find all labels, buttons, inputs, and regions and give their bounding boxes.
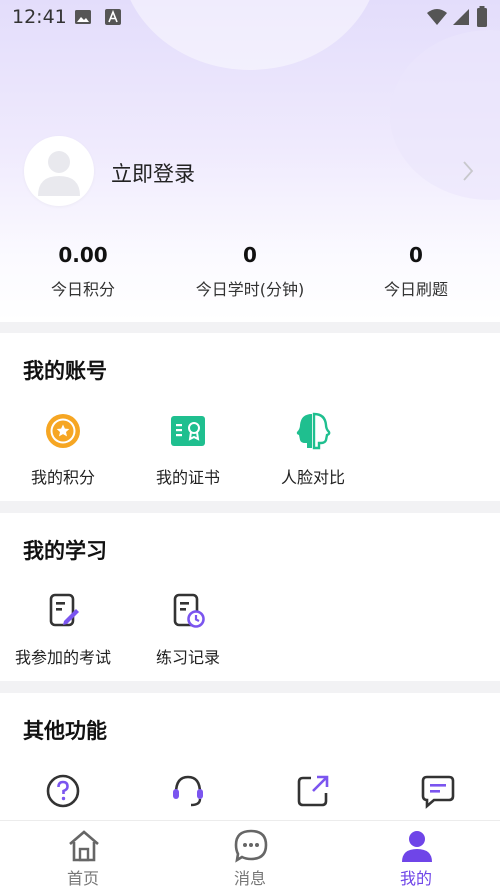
account-section: 我的账号 我的积分 我的证书 人脸对比 <box>0 333 500 501</box>
certificate-icon <box>171 416 205 446</box>
item-label: 练习记录 <box>155 648 220 667</box>
my-exams-item[interactable]: 我参加的考试 <box>0 591 126 671</box>
section-title: 我的学习 <box>23 539 107 563</box>
tab-profile[interactable]: 我的 <box>333 821 499 889</box>
face-compare-item[interactable]: 人脸对比 <box>250 411 376 491</box>
stat-study-time: 0 今日学时(分钟) <box>167 240 333 300</box>
message-icon <box>234 829 268 863</box>
profile-header: 12:41 立即登录 0.00 今日积分 0 今日学时(分钟) 0 今日刷题 <box>0 0 500 322</box>
wifi-icon <box>426 8 448 30</box>
study-section: 我的学习 我参加的考试 练习记录 <box>0 513 500 681</box>
avatar[interactable] <box>24 136 94 206</box>
exam-edit-icon <box>49 593 79 627</box>
other-section: 其他功能 <box>0 693 500 820</box>
face-compare-icon <box>296 412 331 450</box>
user-placeholder-icon <box>38 151 80 196</box>
chevron-right-icon <box>462 160 474 186</box>
my-certificate-item[interactable]: 我的证书 <box>125 411 251 491</box>
help-item[interactable] <box>0 771 126 816</box>
stat-label: 今日学时(分钟) <box>195 280 305 299</box>
stat-value: 0 <box>409 243 423 267</box>
profile-icon <box>402 831 432 862</box>
share-item[interactable] <box>250 771 376 816</box>
font-app-icon <box>104 8 122 30</box>
help-icon <box>46 774 80 808</box>
tab-label: 我的 <box>399 869 432 888</box>
stat-value: 0.00 <box>58 243 108 267</box>
tab-label: 消息 <box>233 869 266 888</box>
status-time: 12:41 <box>12 6 67 28</box>
signal-icon <box>452 8 470 30</box>
feedback-item[interactable] <box>375 771 500 816</box>
feedback-icon <box>421 775 455 809</box>
item-label: 人脸对比 <box>280 468 345 487</box>
battery-icon <box>476 6 488 32</box>
section-title: 我的账号 <box>23 359 107 383</box>
tab-label: 首页 <box>66 869 99 888</box>
login-label[interactable]: 立即登录 <box>111 158 195 188</box>
stat-points: 0.00 今日积分 <box>0 240 166 300</box>
home-icon <box>69 830 99 862</box>
section-title: 其他功能 <box>23 719 107 743</box>
stat-questions: 0 今日刷题 <box>333 240 499 300</box>
coin-star-icon <box>46 414 80 448</box>
practice-history-icon <box>173 593 205 628</box>
tab-home[interactable]: 首页 <box>0 821 166 889</box>
stat-value: 0 <box>243 243 257 267</box>
share-icon <box>297 775 329 807</box>
stat-label: 今日积分 <box>50 280 115 299</box>
customer-service-icon <box>173 775 203 807</box>
customer-service-item[interactable] <box>125 771 251 816</box>
tab-messages[interactable]: 消息 <box>167 821 333 889</box>
gallery-icon <box>74 8 92 30</box>
bottom-tab-bar: 首页 消息 我的 <box>0 820 500 889</box>
stat-label: 今日刷题 <box>383 280 448 299</box>
my-points-item[interactable]: 我的积分 <box>0 411 126 491</box>
status-bar: 12:41 <box>0 0 500 34</box>
login-row[interactable]: 立即登录 <box>0 130 500 216</box>
practice-history-item[interactable]: 练习记录 <box>125 591 251 671</box>
daily-stats: 0.00 今日积分 0 今日学时(分钟) 0 今日刷题 <box>0 240 500 310</box>
